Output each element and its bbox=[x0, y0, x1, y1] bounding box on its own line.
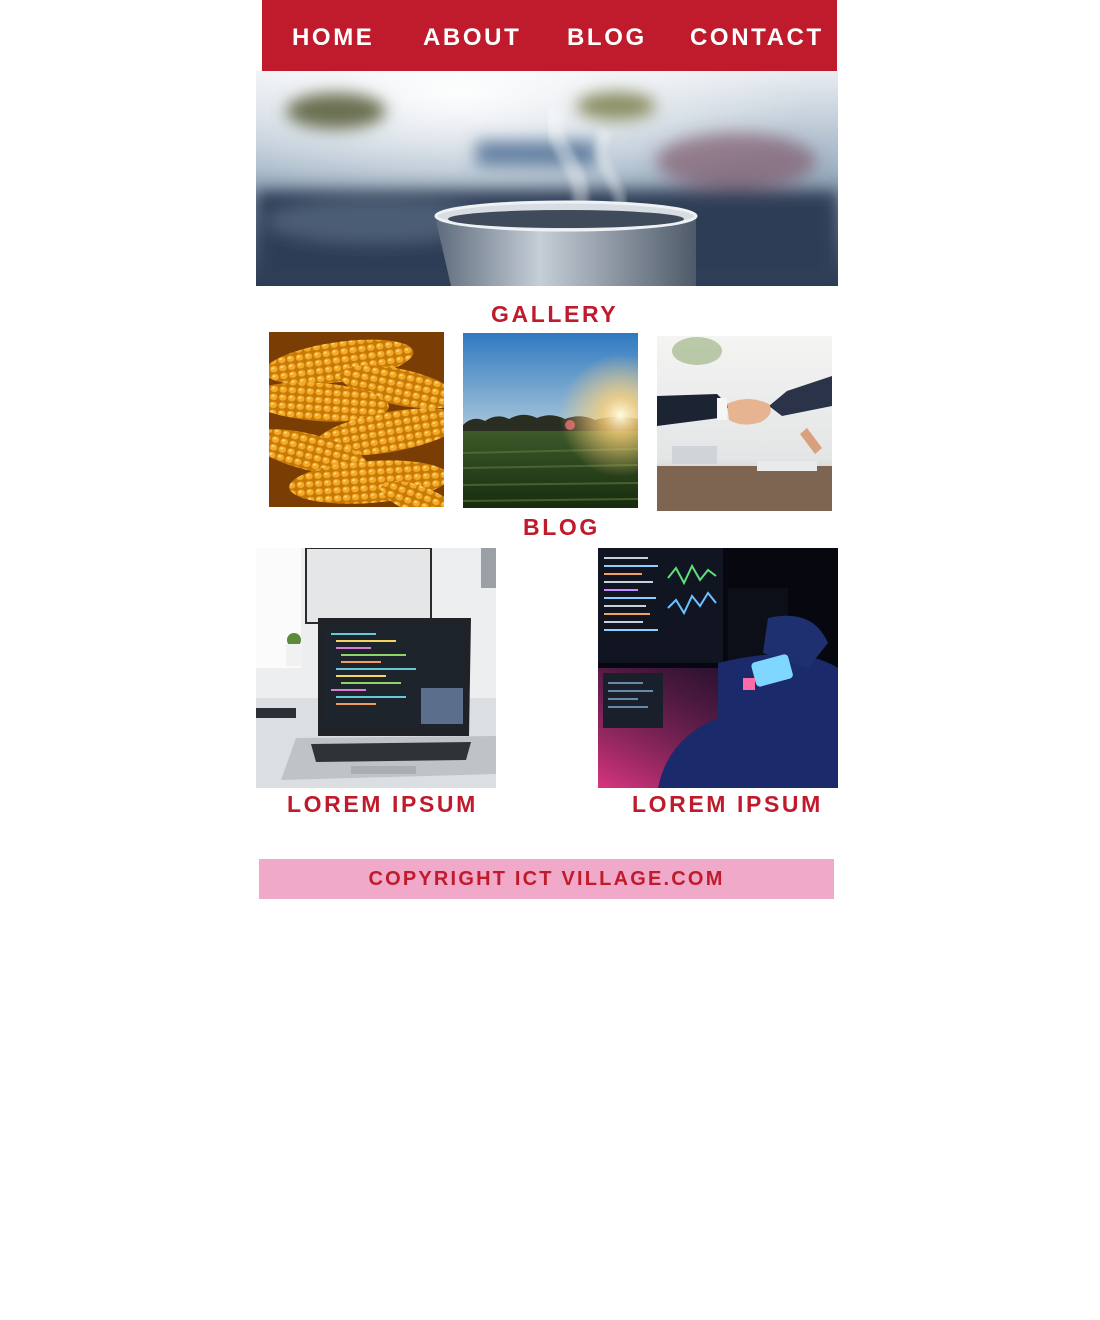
blog-title: BLOG bbox=[523, 514, 600, 540]
nav-contact-link[interactable]: CONTACT bbox=[690, 24, 824, 52]
blog-post-image-night[interactable] bbox=[598, 548, 838, 788]
nav-blog-link[interactable]: BLOG bbox=[567, 24, 647, 52]
main-nav: HOME ABOUT BLOG CONTACT bbox=[262, 0, 837, 71]
gallery-title: GALLERY bbox=[491, 301, 619, 327]
hero-image bbox=[256, 71, 838, 286]
nav-home-link[interactable]: HOME bbox=[292, 24, 374, 52]
blog-post-caption-left[interactable]: LOREM IPSUM bbox=[287, 790, 478, 818]
hacker-night-photo bbox=[598, 548, 838, 788]
hero-mug-illustration bbox=[256, 71, 838, 286]
corn-cobs-photo bbox=[269, 332, 444, 507]
laptop-code-photo bbox=[256, 548, 496, 788]
nav-about-link[interactable]: ABOUT bbox=[423, 24, 521, 52]
copyright-text: COPYRIGHT ICT VILLAGE.COM bbox=[368, 868, 725, 890]
sunset-field-photo bbox=[463, 333, 638, 508]
blog-post-caption-right[interactable]: LOREM IPSUM bbox=[632, 790, 823, 818]
footer-bar: COPYRIGHT ICT VILLAGE.COM bbox=[259, 859, 834, 899]
gallery-image-field[interactable] bbox=[463, 333, 638, 508]
blog-post-image-laptop[interactable] bbox=[256, 548, 496, 788]
handshake-photo bbox=[657, 336, 832, 511]
gallery-image-handshake[interactable] bbox=[657, 336, 832, 511]
gallery-image-corn[interactable] bbox=[269, 332, 444, 507]
